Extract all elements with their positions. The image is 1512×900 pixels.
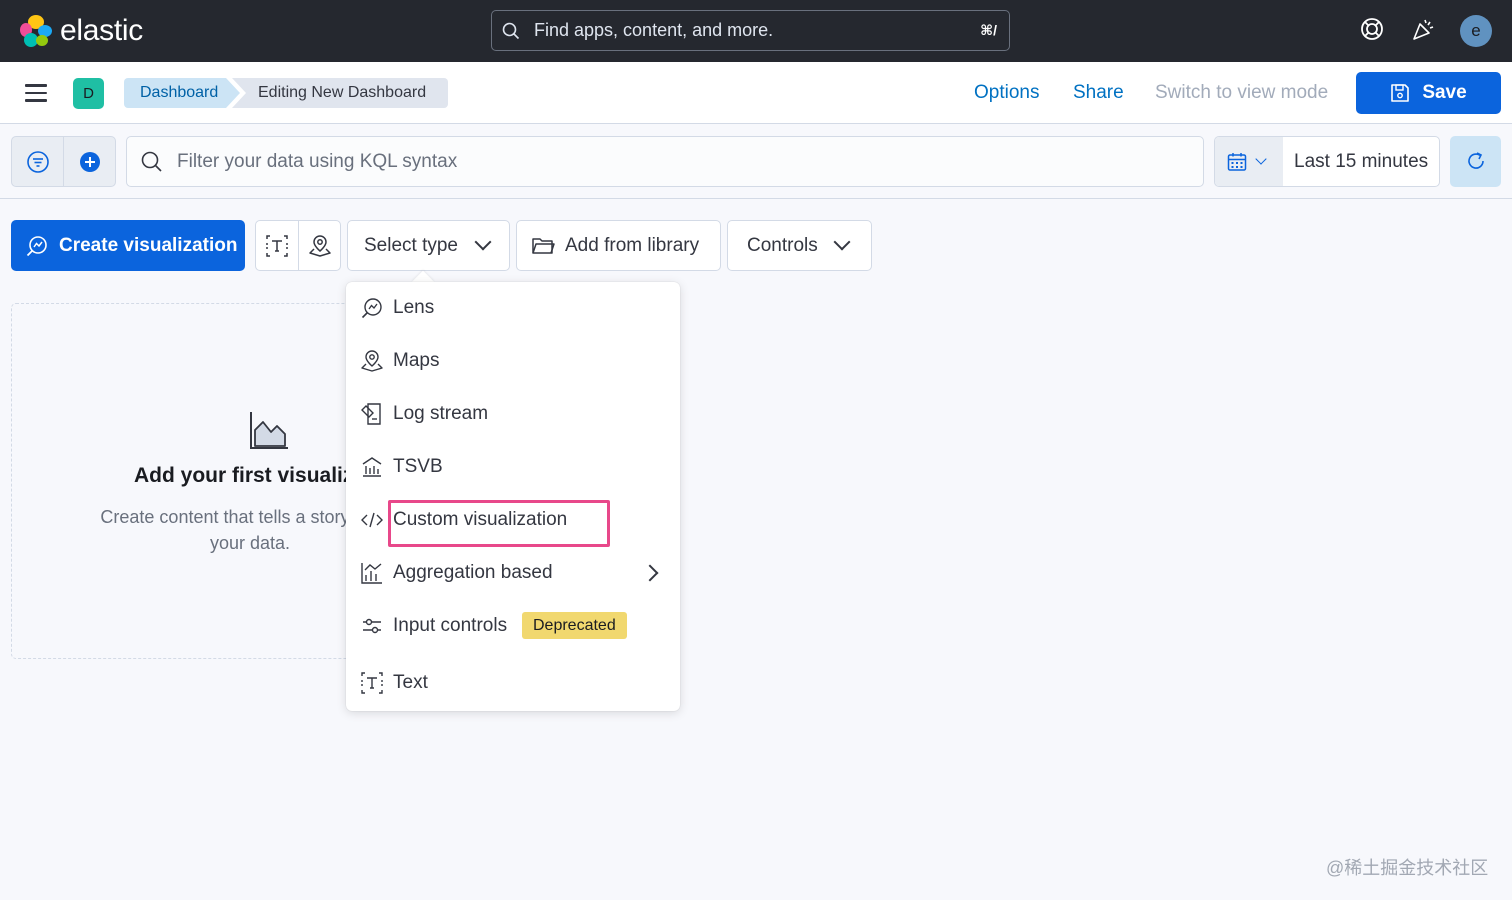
folder-icon	[532, 237, 555, 254]
menu-item-label: Lens	[393, 297, 435, 318]
menu-item-lens[interactable]: Lens	[346, 288, 680, 328]
controls-label: Controls	[747, 234, 818, 256]
kql-search-input[interactable]	[177, 150, 1077, 173]
quick-add-button-group	[255, 220, 341, 271]
search-icon	[141, 151, 162, 172]
breadcrumb-current: Editing New Dashboard	[232, 78, 448, 108]
aggregation-icon	[361, 563, 382, 584]
menu-item-aggregation-based[interactable]: Aggregation based	[346, 553, 680, 593]
global-search-input[interactable]	[534, 20, 954, 41]
annotation-highlight-box	[388, 500, 610, 547]
filter-menu-icon[interactable]	[26, 150, 50, 174]
menu-item-label: Aggregation based	[393, 562, 553, 583]
menu-item-label: Log stream	[393, 403, 489, 424]
tsvb-icon	[362, 457, 382, 477]
text-icon[interactable]	[265, 234, 289, 258]
select-type-button[interactable]: Select type	[347, 220, 510, 271]
area-chart-icon	[250, 412, 288, 449]
chevron-down-icon	[833, 233, 851, 251]
input-controls-icon	[363, 618, 381, 634]
switch-view-mode-link[interactable]: Switch to view mode	[1155, 82, 1328, 104]
chevron-right-icon	[641, 564, 659, 582]
menu-item-input-controls[interactable]: Input controls Deprecated	[346, 606, 680, 646]
maps-icon[interactable]	[308, 234, 332, 258]
elastic-logo-text: elastic	[60, 14, 143, 47]
maps-icon	[361, 350, 383, 372]
lens-icon	[361, 298, 382, 319]
menu-item-text[interactable]: Text	[346, 663, 680, 703]
help-icon[interactable]	[1359, 16, 1385, 42]
menu-item-maps[interactable]: Maps	[346, 341, 680, 381]
menu-item-label: Maps	[393, 350, 440, 371]
chevron-down-icon	[474, 233, 492, 251]
deprecated-badge: Deprecated	[522, 612, 627, 639]
breadcrumb-dashboard[interactable]: Dashboard	[124, 78, 240, 108]
calendar-icon	[1227, 153, 1247, 171]
watermark-text: @稀土掘金技术社区	[1326, 858, 1489, 878]
lens-icon	[26, 235, 47, 256]
menu-item-label: Input controls	[393, 615, 508, 636]
code-icon	[361, 512, 383, 528]
elastic-logo-icon	[20, 15, 52, 47]
log-stream-icon	[361, 403, 381, 425]
add-filter-icon[interactable]	[78, 150, 102, 174]
refresh-icon	[1468, 152, 1484, 169]
select-type-menu: Lens Maps Log stream TSVB Custom visuali…	[346, 282, 680, 711]
elastic-logo[interactable]: elastic	[20, 14, 143, 48]
global-header: elastic ⌘/ e	[0, 0, 1512, 62]
share-link[interactable]: Share	[1073, 82, 1124, 104]
refresh-button[interactable]	[1450, 136, 1501, 187]
search-icon	[502, 22, 520, 39]
text-icon	[361, 672, 383, 694]
chevron-down-icon	[1255, 153, 1267, 165]
menu-item-label: Text	[393, 672, 428, 693]
menu-item-label: TSVB	[393, 456, 443, 477]
kql-query-bar	[126, 136, 1204, 187]
menu-toggle-icon[interactable]	[25, 84, 47, 102]
controls-button[interactable]: Controls	[727, 220, 872, 271]
save-button[interactable]: Save	[1356, 72, 1501, 114]
space-avatar[interactable]: D	[73, 78, 104, 109]
news-feed-icon[interactable]	[1411, 16, 1437, 42]
menu-item-tsvb[interactable]: TSVB	[346, 447, 680, 487]
save-label: Save	[1422, 82, 1467, 103]
menu-item-log-stream[interactable]: Log stream	[346, 394, 680, 434]
create-visualization-button[interactable]: Create visualization	[11, 220, 245, 271]
user-avatar[interactable]: e	[1460, 15, 1492, 47]
search-shortcut-hint: ⌘/	[980, 22, 997, 38]
app-navbar: D Dashboard Editing New Dashboard Option…	[0, 62, 1512, 124]
options-link[interactable]: Options	[974, 82, 1039, 104]
add-from-library-label: Add from library	[565, 234, 700, 256]
save-icon	[1391, 84, 1410, 102]
select-type-label: Select type	[364, 234, 458, 256]
add-from-library-button[interactable]: Add from library	[516, 220, 721, 271]
date-range-label[interactable]: Last 15 minutes	[1294, 151, 1428, 173]
global-search-bar[interactable]: ⌘/	[491, 10, 1010, 51]
create-visualization-label: Create visualization	[59, 234, 238, 256]
divider	[0, 198, 1512, 199]
quick-select-button[interactable]	[1215, 137, 1283, 186]
filter-button-group	[11, 136, 116, 187]
date-picker: Last 15 minutes	[1214, 136, 1440, 187]
